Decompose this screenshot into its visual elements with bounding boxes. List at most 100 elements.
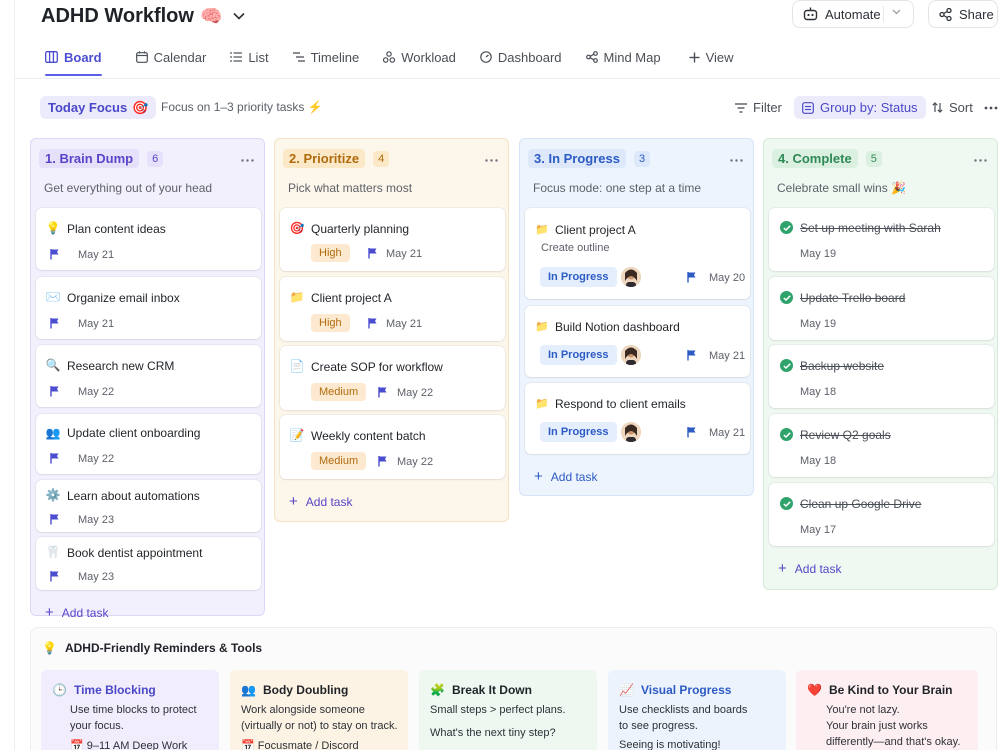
filter-button[interactable]: Filter bbox=[735, 96, 782, 119]
column-menu-icon[interactable] bbox=[241, 151, 254, 165]
calendar-icon: 📅 bbox=[241, 740, 255, 750]
check-circle-icon[interactable] bbox=[780, 291, 793, 304]
flag-icon[interactable] bbox=[686, 349, 698, 361]
status-badge[interactable]: In Progress bbox=[540, 422, 617, 442]
task-card[interactable]: 🔍 Research new CRM May 22 bbox=[36, 345, 261, 407]
task-card[interactable]: 📄 Create SOP for workflow Medium May 22 bbox=[280, 346, 505, 410]
chevron-down-icon[interactable] bbox=[892, 9, 901, 15]
flag-icon[interactable] bbox=[49, 317, 61, 329]
tool-card-title: Time Blocking bbox=[73, 683, 156, 697]
flag-icon[interactable] bbox=[49, 452, 61, 464]
tab-mind-map[interactable]: Mind Map bbox=[574, 46, 673, 68]
due-date: May 22 bbox=[397, 456, 434, 468]
list-icon bbox=[230, 52, 243, 62]
avatar[interactable] bbox=[621, 422, 641, 442]
column-complete: 4. Complete 5 Celebrate small wins 🎉 Set… bbox=[763, 138, 998, 590]
avatar[interactable] bbox=[621, 267, 641, 287]
task-card[interactable]: 📁 Client project A Create outline In Pro… bbox=[525, 208, 750, 299]
flag-icon[interactable] bbox=[377, 386, 389, 398]
column-subtitle: Celebrate small wins 🎉 bbox=[777, 181, 906, 195]
task-card[interactable]: 📁 Client project A High May 21 bbox=[280, 277, 505, 341]
tool-card-body-doubling[interactable]: 👥 Body Doubling Work alongside someone (… bbox=[230, 670, 408, 750]
heart-icon: ❤️ bbox=[807, 683, 822, 697]
task-title: Client project A bbox=[555, 223, 636, 237]
flag-icon[interactable] bbox=[686, 271, 698, 283]
sort-button[interactable]: Sort bbox=[932, 96, 973, 119]
add-view-tab[interactable]: View bbox=[677, 46, 746, 68]
column-menu-icon[interactable] bbox=[730, 151, 743, 165]
add-task-button[interactable]: + Add task bbox=[778, 561, 841, 576]
tab-board[interactable]: Board bbox=[33, 46, 114, 76]
avatar[interactable] bbox=[621, 345, 641, 365]
priority-badge[interactable]: High bbox=[311, 314, 350, 332]
column-count: 6 bbox=[147, 150, 164, 167]
column-menu-icon[interactable] bbox=[485, 151, 498, 165]
check-circle-icon[interactable] bbox=[780, 221, 793, 234]
flag-icon[interactable] bbox=[49, 385, 61, 397]
task-card[interactable]: 📁 Respond to client emails In Progress M… bbox=[525, 383, 750, 454]
due-date: May 22 bbox=[78, 386, 115, 398]
flag-icon[interactable] bbox=[377, 455, 389, 467]
priority-badge[interactable]: Medium bbox=[311, 452, 367, 470]
page-header: ADHD Workflow 🧠 bbox=[41, 4, 246, 28]
task-card[interactable]: 🦷 Book dentist appointment May 23 bbox=[36, 537, 261, 590]
priority-badge[interactable]: Medium bbox=[311, 383, 367, 401]
column-menu-icon[interactable] bbox=[974, 151, 987, 165]
tool-card-time-blocking[interactable]: 🕒 Time Blocking Use time blocks to prote… bbox=[41, 670, 219, 750]
task-card[interactable]: ✉️ Organize email inbox May 21 bbox=[36, 277, 261, 339]
task-card[interactable]: 📝 Weekly content batch Medium May 22 bbox=[280, 415, 505, 479]
task-card[interactable]: Set up meeting with Sarah May 19 bbox=[769, 208, 994, 271]
tool-card-visual-progress[interactable]: 📈 Visual Progress Use checklists and boa… bbox=[608, 670, 786, 750]
check-circle-icon[interactable] bbox=[780, 497, 793, 510]
task-card[interactable]: 🎯 Quarterly planning High May 21 bbox=[280, 208, 505, 271]
add-task-button[interactable]: + Add task bbox=[534, 469, 597, 484]
group-by-button[interactable]: Group by: Status bbox=[794, 96, 926, 119]
tool-card-break-it-down[interactable]: 🧩 Break It Down Small steps > perfect pl… bbox=[419, 670, 597, 750]
chevron-down-icon[interactable] bbox=[232, 9, 246, 23]
tool-card-text: to see progress. bbox=[619, 720, 698, 732]
task-card[interactable]: Review Q2 goals May 18 bbox=[769, 414, 994, 477]
add-task-button[interactable]: + Add task bbox=[45, 605, 108, 620]
check-circle-icon[interactable] bbox=[780, 428, 793, 441]
flag-icon[interactable] bbox=[686, 426, 698, 438]
task-card[interactable]: 📁 Build Notion dashboard In Progress May… bbox=[525, 306, 750, 377]
tool-card-be-kind[interactable]: ❤️ Be Kind to Your Brain You're not lazy… bbox=[796, 670, 978, 750]
task-title: Build Notion dashboard bbox=[555, 320, 680, 334]
flag-icon[interactable] bbox=[49, 570, 61, 582]
today-focus-badge[interactable]: Today Focus 🎯 bbox=[40, 96, 157, 119]
priority-badge[interactable]: High bbox=[311, 244, 350, 262]
flag-icon[interactable] bbox=[49, 248, 61, 260]
due-date: May 23 bbox=[78, 514, 115, 526]
add-task-button[interactable]: + Add task bbox=[289, 494, 353, 509]
column-header: 4. Complete 5 bbox=[772, 149, 882, 168]
tab-list[interactable]: List bbox=[218, 46, 280, 68]
tab-calendar-label: Calendar bbox=[153, 49, 207, 65]
app-window: ADHD Workflow 🧠 Automate Share Board Cal… bbox=[0, 0, 1000, 750]
task-card[interactable]: 👥 Update client onboarding May 22 bbox=[36, 414, 261, 474]
tab-calendar[interactable]: Calendar bbox=[124, 46, 219, 68]
flag-icon[interactable] bbox=[49, 513, 61, 525]
tab-timeline[interactable]: Timeline bbox=[281, 46, 372, 68]
flag-icon[interactable] bbox=[367, 247, 379, 259]
check-circle-icon[interactable] bbox=[780, 359, 793, 372]
more-options-icon[interactable] bbox=[984, 96, 1000, 119]
tool-card-text: Work alongside someone bbox=[241, 704, 365, 716]
status-badge[interactable]: In Progress bbox=[540, 267, 617, 287]
task-card[interactable]: 💡 Plan content ideas May 21 bbox=[36, 208, 261, 270]
task-card[interactable]: Update Trello board May 19 bbox=[769, 277, 994, 340]
tabs-divider bbox=[14, 78, 1000, 79]
task-card[interactable]: ⚙️ Learn about automations May 23 bbox=[36, 480, 261, 532]
share-button[interactable]: Share bbox=[928, 0, 998, 28]
task-card[interactable]: Backup website May 18 bbox=[769, 345, 994, 408]
tab-board-label: Board bbox=[64, 49, 102, 65]
tab-dashboard[interactable]: Dashboard bbox=[468, 46, 574, 68]
folder-icon: 📁 bbox=[289, 290, 305, 304]
tab-workload[interactable]: Workload bbox=[371, 46, 468, 68]
status-badge[interactable]: In Progress bbox=[540, 345, 617, 365]
task-card[interactable]: Clean up Google Drive May 17 bbox=[769, 483, 994, 546]
automate-button[interactable]: Automate bbox=[792, 0, 914, 28]
add-task-label: Add task bbox=[305, 495, 353, 509]
group-icon bbox=[802, 101, 814, 114]
tool-card-title: Break It Down bbox=[451, 683, 532, 697]
flag-icon[interactable] bbox=[367, 317, 379, 329]
